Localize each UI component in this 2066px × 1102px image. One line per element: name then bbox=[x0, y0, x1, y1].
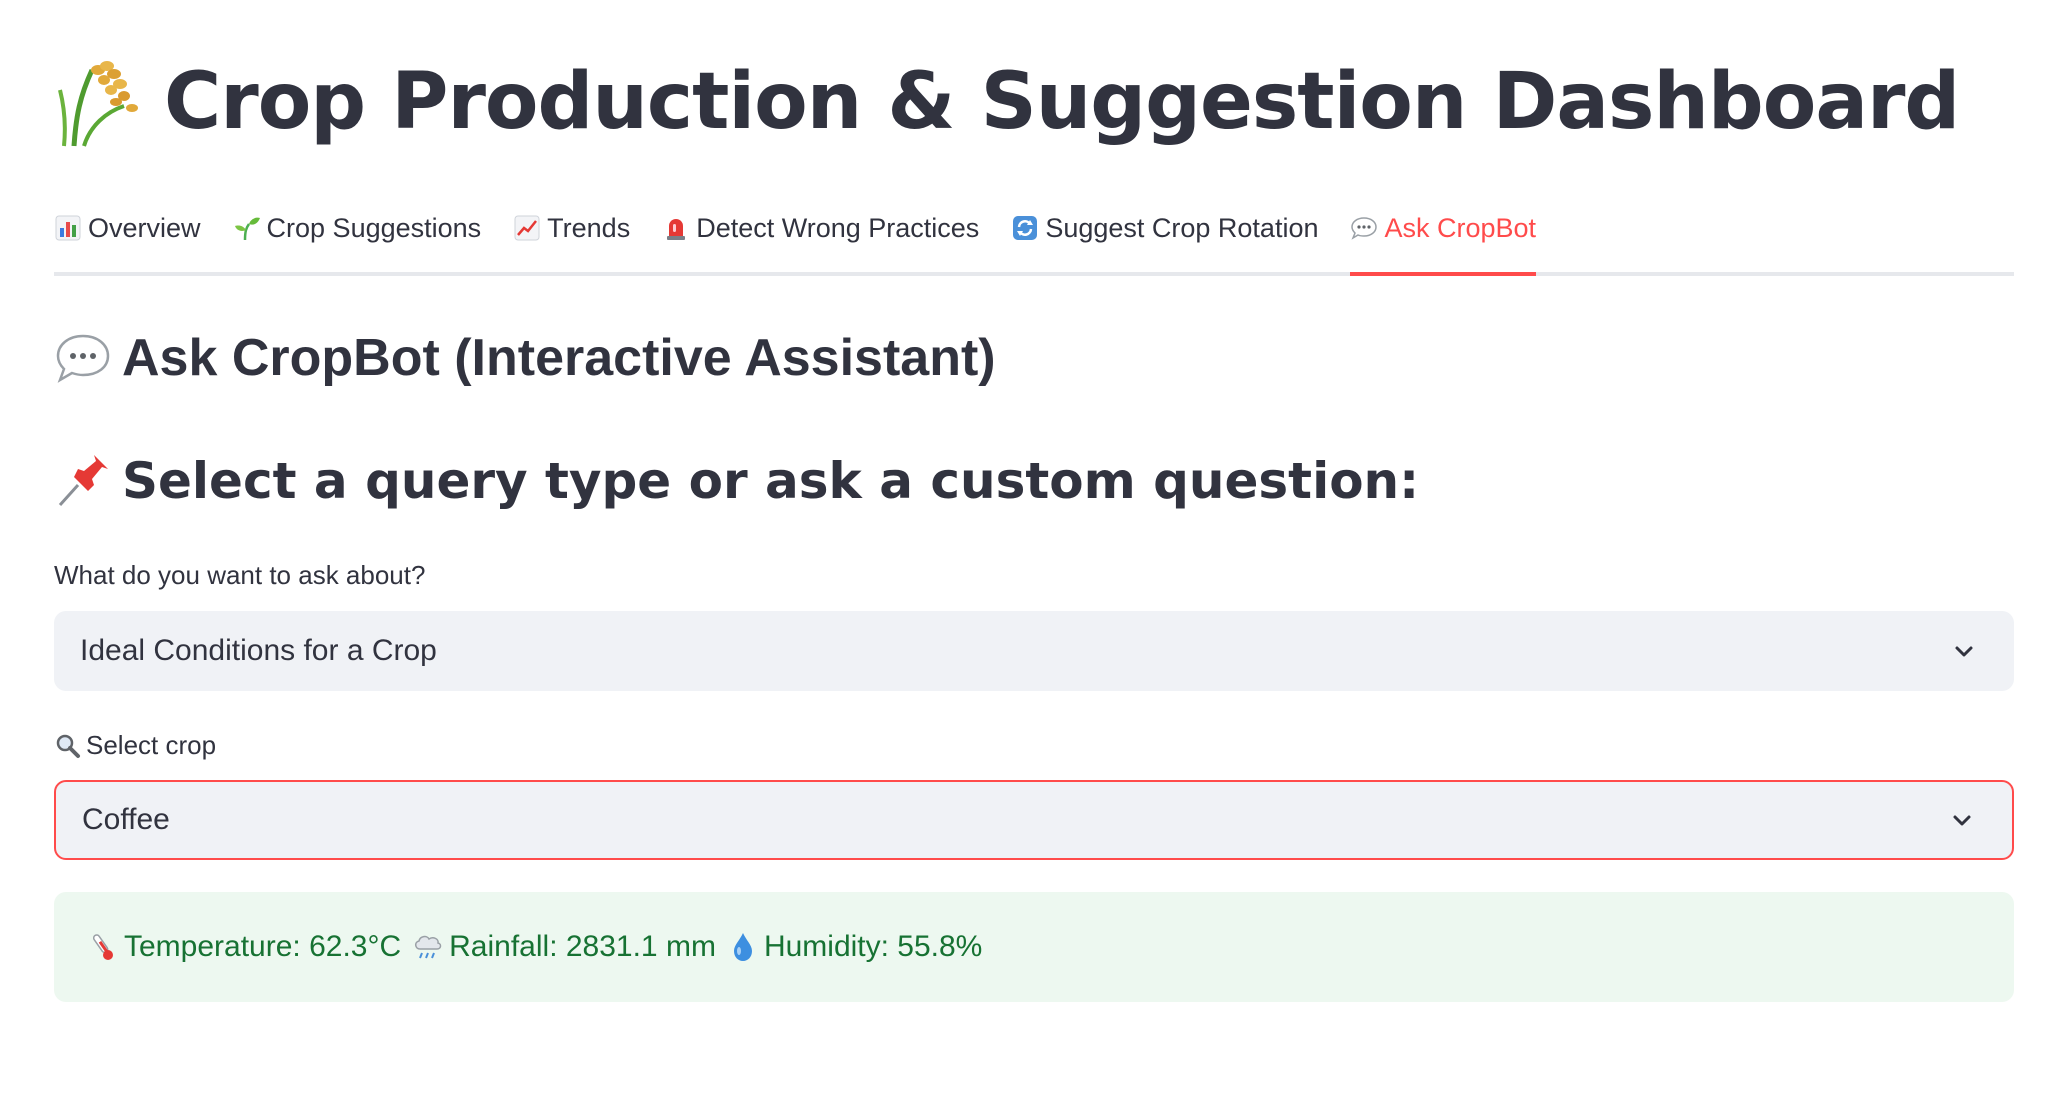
magnifier-icon bbox=[56, 734, 80, 758]
humidity-reading: Humidity: 55.8% bbox=[726, 930, 982, 964]
app-page: Crop Production & Suggestion Dashboard O… bbox=[0, 0, 2066, 1102]
section-subheading: Select a query type or ask a custom ques… bbox=[54, 452, 1419, 510]
crop-select[interactable]: Coffee bbox=[54, 780, 2014, 860]
query-type-label: What do you want to ask about? bbox=[54, 560, 426, 590]
pushpin-icon bbox=[58, 455, 108, 507]
trend-up-icon bbox=[514, 215, 540, 241]
crop-select-value: Coffee bbox=[82, 803, 170, 836]
tab-bar: Overview Crop Suggestions Trends Detect … bbox=[54, 200, 2014, 276]
section-heading: Ask CropBot (Interactive Assistant) bbox=[54, 328, 996, 388]
tab-suggest-crop-rotation[interactable]: Suggest Crop Rotation bbox=[1011, 200, 1318, 256]
rainfall-text: Rainfall: 2831.1 mm bbox=[449, 930, 716, 963]
rain-cloud-icon bbox=[415, 935, 442, 959]
rainfall-reading: Rainfall: 2831.1 mm bbox=[411, 930, 716, 964]
thermometer-icon bbox=[92, 934, 113, 960]
tab-label: Crop Suggestions bbox=[266, 212, 482, 243]
tab-crop-suggestions[interactable]: Crop Suggestions bbox=[233, 200, 482, 256]
speech-bubble-icon bbox=[56, 334, 110, 383]
chevron-down-icon bbox=[1955, 646, 1973, 657]
tab-trends[interactable]: Trends bbox=[513, 200, 630, 256]
chevron-down-icon bbox=[1953, 815, 1971, 826]
droplet-icon bbox=[733, 933, 752, 961]
crop-select-label-text: Select crop bbox=[86, 730, 217, 760]
temperature-text: Temperature: 62.3°C bbox=[124, 930, 402, 963]
tab-label: Ask CropBot bbox=[1384, 212, 1537, 243]
query-type-select[interactable]: Ideal Conditions for a Crop bbox=[54, 611, 2014, 691]
speech-bubble-icon bbox=[1351, 217, 1378, 240]
tab-label: Trends bbox=[547, 212, 631, 243]
section-heading-text: Ask CropBot (Interactive Assistant) bbox=[122, 329, 996, 387]
rice-plant-icon bbox=[58, 61, 138, 147]
temperature-reading: Temperature: 62.3°C bbox=[86, 930, 401, 964]
bar-chart-icon bbox=[55, 215, 81, 241]
section-subheading-text: Select a query type or ask a custom ques… bbox=[122, 452, 1420, 510]
tab-ask-cropbot[interactable]: Ask CropBot bbox=[1350, 200, 1537, 276]
seedling-icon bbox=[234, 217, 260, 241]
tab-overview[interactable]: Overview bbox=[54, 200, 201, 256]
page-title-row: Crop Production & Suggestion Dashboard bbox=[54, 52, 1960, 152]
tab-label: Suggest Crop Rotation bbox=[1045, 212, 1319, 243]
page-title: Crop Production & Suggestion Dashboard bbox=[164, 57, 1960, 147]
humidity-text: Humidity: 55.8% bbox=[763, 930, 983, 963]
query-type-value: Ideal Conditions for a Crop bbox=[80, 634, 437, 667]
tab-label: Overview bbox=[88, 212, 201, 243]
crop-select-label: Select crop bbox=[54, 730, 216, 761]
siren-icon bbox=[667, 219, 686, 240]
rotation-icon bbox=[1013, 216, 1038, 240]
tab-detect-wrong-practices[interactable]: Detect Wrong Practices bbox=[662, 200, 979, 256]
result-success-box: Temperature: 62.3°C Rainfall: 2831.1 mm … bbox=[54, 892, 2014, 1002]
tab-label: Detect Wrong Practices bbox=[696, 212, 980, 243]
